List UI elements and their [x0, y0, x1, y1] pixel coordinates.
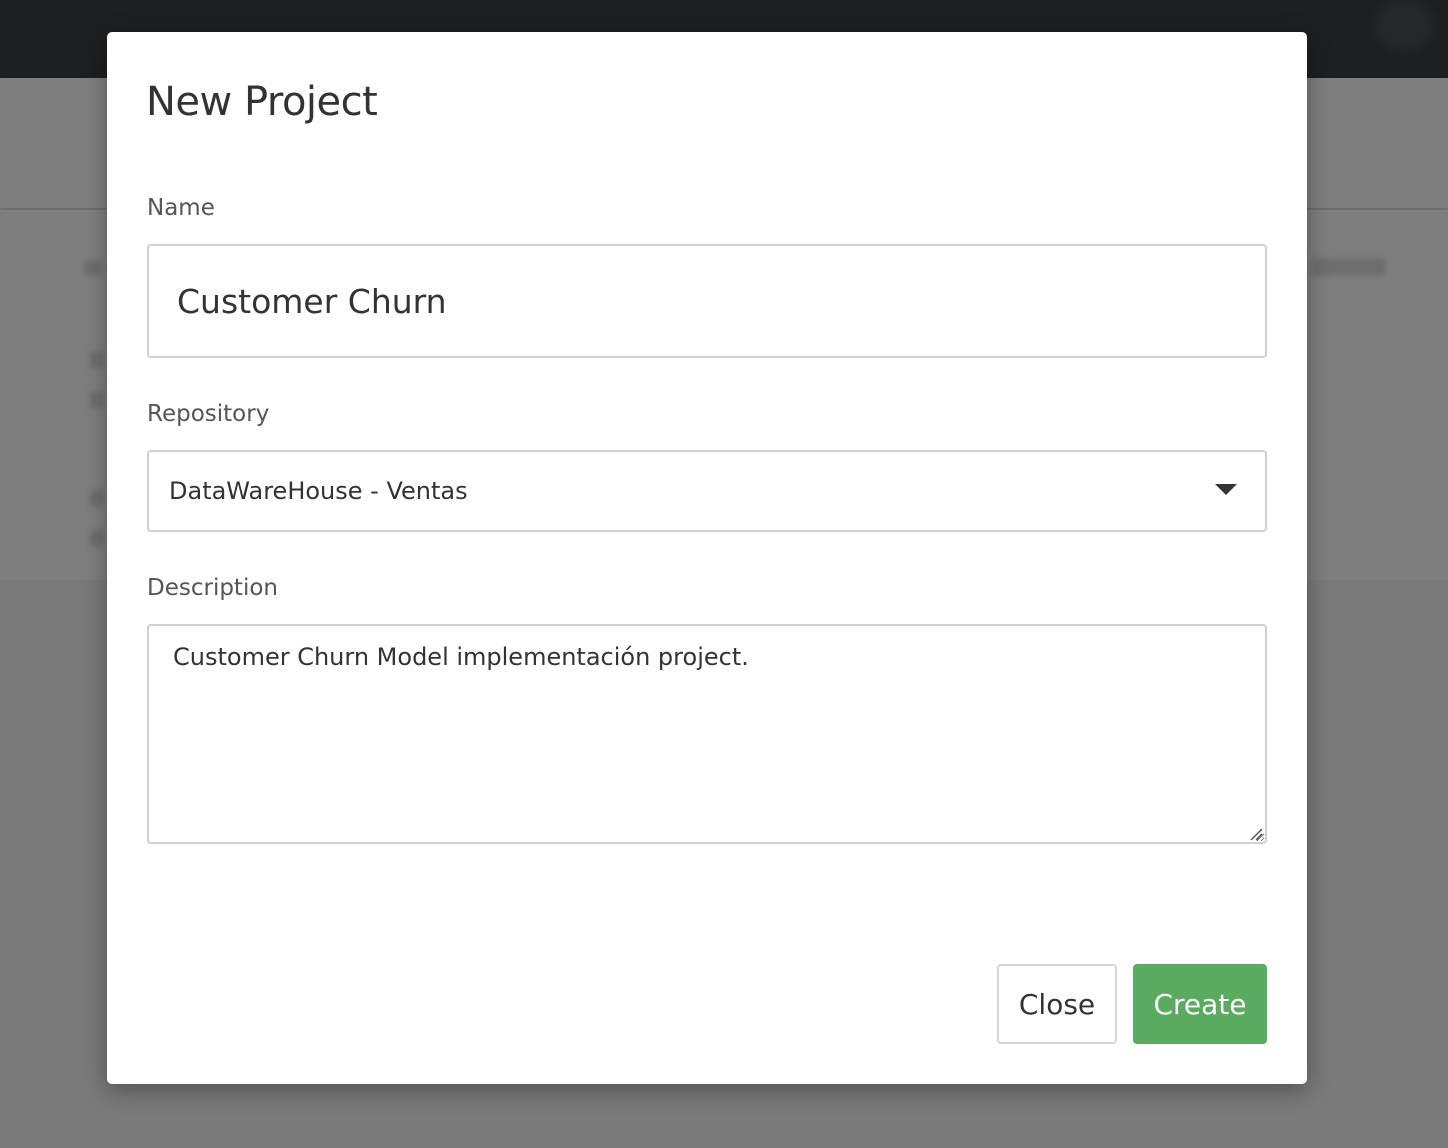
caret-down-icon [1215, 484, 1237, 495]
repository-selected-value: DataWareHouse - Ventas [169, 477, 468, 505]
close-button[interactable]: Close [997, 964, 1117, 1044]
name-input[interactable] [147, 244, 1267, 358]
name-label: Name [147, 195, 215, 221]
background-text-blur [90, 490, 104, 506]
background-text-blur [84, 260, 102, 276]
repository-select[interactable]: DataWareHouse - Ventas [147, 450, 1267, 532]
create-button[interactable]: Create [1133, 964, 1267, 1044]
repository-label: Repository [147, 401, 270, 427]
background-text-blur [1312, 258, 1386, 276]
background-text-blur [90, 352, 104, 368]
description-textarea[interactable]: Customer Churn Model implementación proj… [147, 624, 1267, 844]
background-text-blur [90, 530, 104, 546]
background-text-blur [90, 392, 104, 408]
description-label: Description [147, 575, 278, 601]
user-avatar-icon [1374, 0, 1434, 52]
new-project-modal: New Project Name Repository DataWareHous… [107, 32, 1307, 1084]
modal-title: New Project [146, 79, 378, 125]
